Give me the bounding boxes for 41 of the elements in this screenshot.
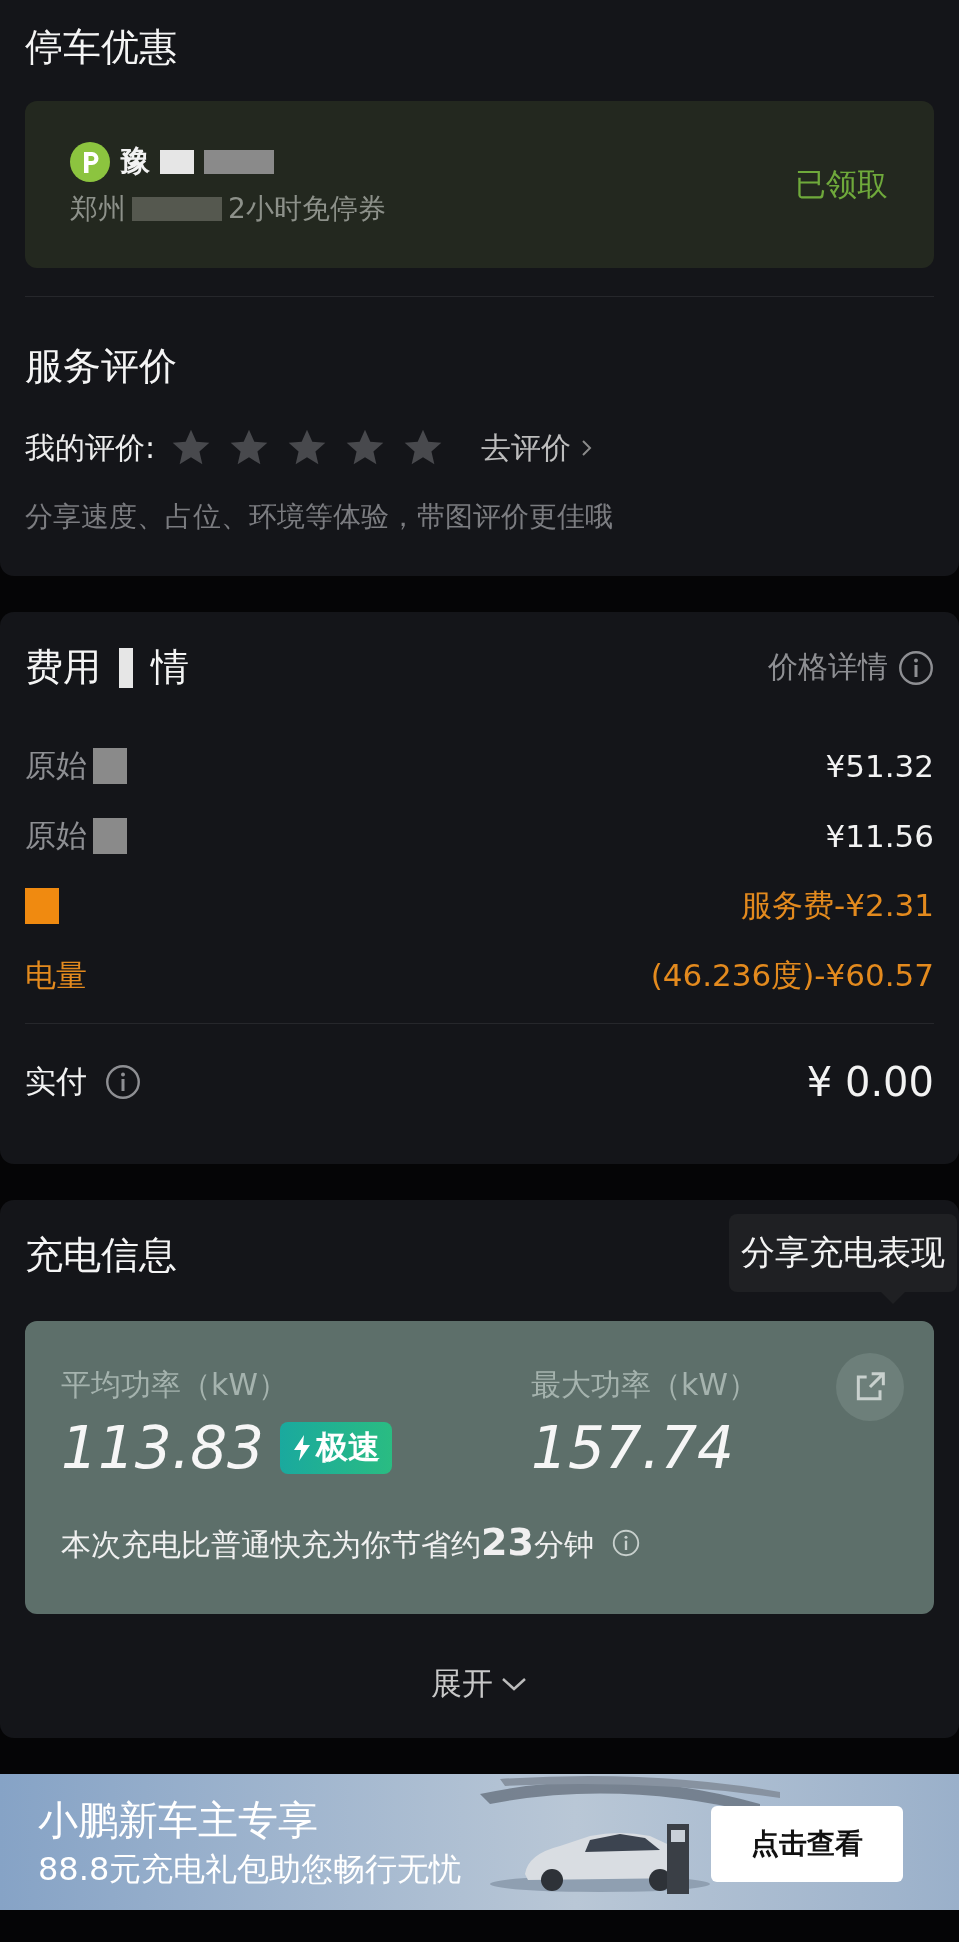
metric-label: 最大功率（kW）: [531, 1366, 759, 1404]
time-saved-text: 本次充电比普通快充为你节省约23分钟: [61, 1520, 594, 1566]
rate-link[interactable]: 去评价: [481, 427, 596, 469]
coupon-name: 2小时免停券: [228, 191, 386, 227]
section-title: 停车优惠: [25, 24, 178, 71]
fee-value: 服务费-¥2.31: [741, 886, 934, 925]
metric-value: 157.74: [531, 1414, 734, 1482]
fee-value: ¥51.32: [825, 748, 934, 784]
speed-badge: 极速: [279, 1422, 392, 1474]
section-title: 服务评价: [25, 343, 178, 390]
metric-value: 113.83: [61, 1414, 264, 1482]
fee-label: 原始: [25, 816, 87, 855]
info-icon[interactable]: [611, 1529, 640, 1557]
promo-banner[interactable]: 小鹏新车主专享 88.8元充电礼包助您畅行无忧 点击查看: [0, 1774, 959, 1910]
redaction-block: [119, 647, 133, 688]
info-icon[interactable]: [898, 649, 934, 686]
info-icon[interactable]: [105, 1064, 141, 1100]
redaction-block: [204, 149, 274, 174]
metric-label: 平均功率（kW）: [61, 1366, 289, 1404]
banner-subtitle: 88.8元充电礼包助您畅行无忧: [38, 1848, 462, 1890]
fee-value: ¥11.56: [825, 818, 934, 854]
price-details-link[interactable]: 价格详情: [768, 647, 888, 688]
section-title: 情: [151, 644, 189, 691]
view-button[interactable]: 点击查看: [711, 1806, 903, 1882]
fee-label: 原始: [25, 746, 87, 785]
banner-title: 小鹏新车主专享: [38, 1795, 319, 1845]
total-value: ¥ 0.00: [806, 1059, 934, 1105]
parking-icon: [70, 141, 110, 182]
section-title: 费用: [25, 644, 101, 691]
fee-value: (46.236度)-¥60.57: [650, 956, 934, 995]
license-plate: 豫: [120, 142, 150, 180]
total-label: 实付: [25, 1062, 87, 1101]
lightning-icon: [291, 1434, 312, 1462]
rating-label: 我的评价:: [25, 428, 156, 467]
review-hint: 分享速度、占位、环境等体验，带图评价更佳哦: [25, 499, 614, 535]
expand-button[interactable]: 展开: [424, 1662, 535, 1706]
coupon-name: 郑州: [70, 191, 126, 227]
fee-label: 电量: [25, 956, 87, 995]
claim-status: 已领取: [795, 164, 888, 204]
section-title: 充电信息: [25, 1232, 177, 1279]
redaction-block: [160, 149, 194, 174]
